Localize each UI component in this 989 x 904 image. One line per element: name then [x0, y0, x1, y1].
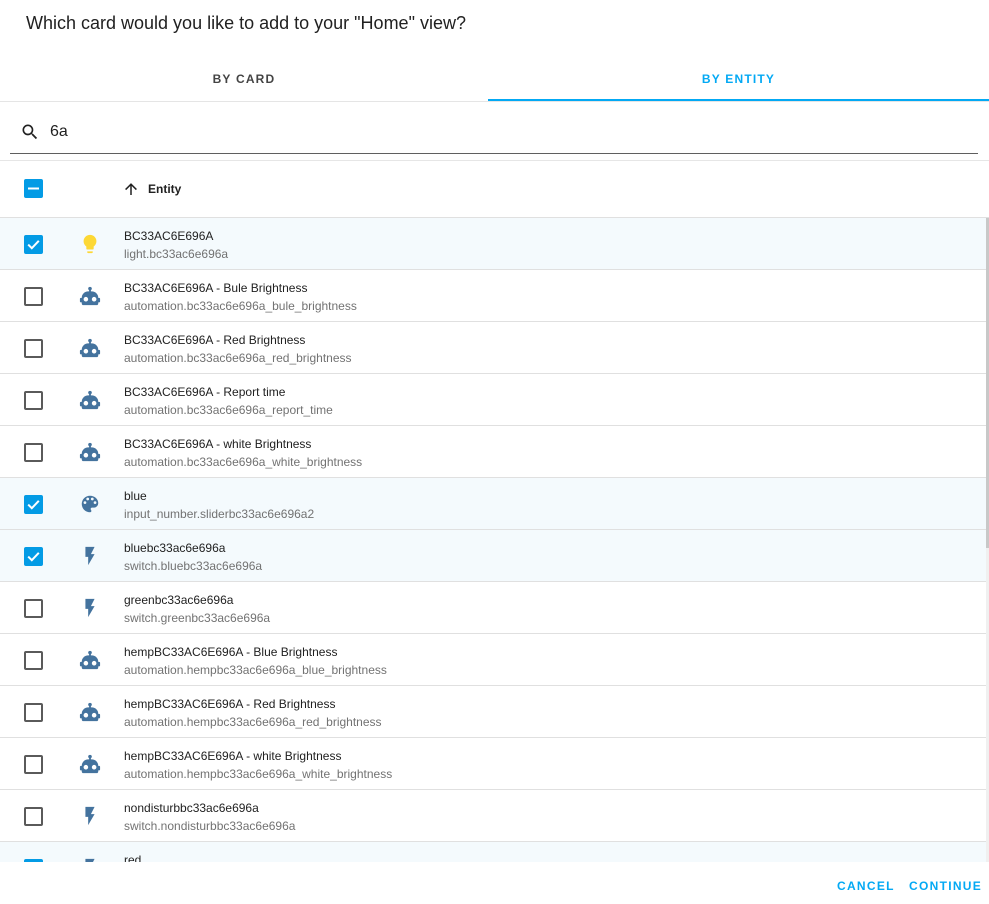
- table-row[interactable]: nondisturbbc33ac6e696a switch.nondisturbb…: [0, 790, 986, 842]
- entity-name: greenbc33ac6e696a: [124, 593, 234, 607]
- robot-icon: [79, 338, 101, 358]
- tab-by-entity[interactable]: BY ENTITY: [488, 56, 989, 102]
- entity-name: hempBC33AC6E696A - white Brightness: [124, 749, 342, 763]
- flash-icon: [85, 546, 95, 566]
- table-row[interactable]: bluebc33ac6e696a switch.bluebc33ac6e696a: [0, 530, 986, 582]
- robot-icon: [79, 286, 101, 306]
- flash-icon: [85, 806, 95, 826]
- entity-name: red: [124, 853, 142, 862]
- lightbulb-icon: [83, 234, 97, 254]
- entity-id: switch.greenbc33ac6e696a: [124, 611, 271, 625]
- table-row[interactable]: BC33AC6E696A light.bc33ac6e696a: [0, 218, 986, 270]
- row-checkbox[interactable]: [24, 287, 43, 306]
- entity-id: switch.bluebc33ac6e696a: [124, 559, 263, 573]
- entity-name: blue: [124, 489, 147, 503]
- row-checkbox[interactable]: [24, 755, 43, 774]
- entity-name: BC33AC6E696A - Red Brightness: [124, 333, 306, 347]
- row-checkbox[interactable]: [24, 807, 43, 826]
- entity-id: automation.bc33ac6e696a_report_time: [124, 403, 333, 417]
- entity-name: BC33AC6E696A - Report time: [124, 385, 286, 399]
- row-checkbox[interactable]: [24, 235, 43, 254]
- table-row[interactable]: hempBC33AC6E696A - white Brightness autom…: [0, 738, 986, 790]
- robot-icon: [79, 754, 101, 774]
- entity-id: automation.hempbc33ac6e696a_red_brightne…: [124, 715, 382, 729]
- robot-icon: [79, 390, 101, 410]
- entity-name: nondisturbbc33ac6e696a: [124, 801, 259, 815]
- entity-id: automation.bc33ac6e696a_white_brightness: [124, 455, 363, 469]
- table-header: Entity: [0, 161, 989, 218]
- palette-icon: [81, 495, 99, 513]
- flash-icon: [85, 598, 95, 618]
- tab-bar: BY CARD BY ENTITY: [0, 56, 989, 102]
- dialog-title: Which card would you like to add to your…: [26, 13, 466, 33]
- entity-name: BC33AC6E696A - white Brightness: [124, 437, 312, 451]
- row-checkbox[interactable]: [24, 703, 43, 722]
- row-checkbox[interactable]: [24, 547, 43, 566]
- add-card-dialog: Which card would you like to add to your…: [0, 0, 989, 904]
- table-row[interactable]: greenbc33ac6e696a switch.greenbc33ac6e696…: [0, 582, 986, 634]
- row-checkbox[interactable]: [24, 651, 43, 670]
- column-header-entity[interactable]: Entity: [148, 182, 181, 196]
- entity-id: switch.nondisturbbc33ac6e696a: [124, 819, 296, 833]
- active-tab-indicator: [488, 99, 989, 101]
- entity-id: automation.hempbc33ac6e696a_white_bright…: [124, 767, 393, 781]
- select-all-checkbox[interactable]: [24, 179, 43, 198]
- robot-icon: [79, 650, 101, 670]
- entity-table: Entity BC33AC6E696A light.bc33ac6e696a BC3…: [0, 160, 989, 862]
- entity-id: input_number.sliderbc33ac6e696a2: [124, 507, 315, 521]
- entity-name: hempBC33AC6E696A - Blue Brightness: [124, 645, 338, 659]
- row-checkbox[interactable]: [24, 339, 43, 358]
- dialog-actions: CANCEL CONTINUE: [0, 862, 989, 904]
- table-row[interactable]: BC33AC6E696A - Bule Brightness automation…: [0, 270, 986, 322]
- entity-id: automation.bc33ac6e696a_bule_brightness: [124, 299, 357, 313]
- search-icon: [22, 124, 38, 140]
- search-input[interactable]: [50, 120, 950, 144]
- cancel-button[interactable]: CANCEL: [837, 879, 895, 893]
- entity-name: BC33AC6E696A: [124, 229, 214, 243]
- entity-id: light.bc33ac6e696a: [124, 247, 229, 261]
- row-checkbox[interactable]: [24, 599, 43, 618]
- entity-name: bluebc33ac6e696a: [124, 541, 226, 555]
- tab-by-card[interactable]: BY CARD: [0, 56, 488, 102]
- table-row[interactable]: blue input_number.sliderbc33ac6e696a2: [0, 478, 986, 530]
- table-row[interactable]: BC33AC6E696A - Report time automation.bc3…: [0, 374, 986, 426]
- table-row[interactable]: BC33AC6E696A - white Brightness automatio…: [0, 426, 986, 478]
- table-row[interactable]: red: [0, 842, 986, 862]
- continue-button[interactable]: CONTINUE: [909, 879, 982, 893]
- row-checkbox[interactable]: [24, 443, 43, 462]
- indeterminate-icon: [28, 187, 39, 190]
- robot-icon: [79, 442, 101, 462]
- row-checkbox[interactable]: [24, 495, 43, 514]
- search-field: [10, 112, 978, 154]
- entity-id: automation.bc33ac6e696a_red_brightness: [124, 351, 352, 365]
- entity-id: automation.hempbc33ac6e696a_blue_brightn…: [124, 663, 387, 677]
- row-checkbox[interactable]: [24, 391, 43, 410]
- entity-name: hempBC33AC6E696A - Red Brightness: [124, 697, 336, 711]
- table-row[interactable]: hempBC33AC6E696A - Red Brightness automat…: [0, 686, 986, 738]
- robot-icon: [79, 702, 101, 722]
- sort-ascending-icon[interactable]: [122, 180, 140, 198]
- table-row[interactable]: BC33AC6E696A - Red Brightness automation.…: [0, 322, 986, 374]
- entity-name: BC33AC6E696A - Bule Brightness: [124, 281, 308, 295]
- table-row[interactable]: hempBC33AC6E696A - Blue Brightness automa…: [0, 634, 986, 686]
